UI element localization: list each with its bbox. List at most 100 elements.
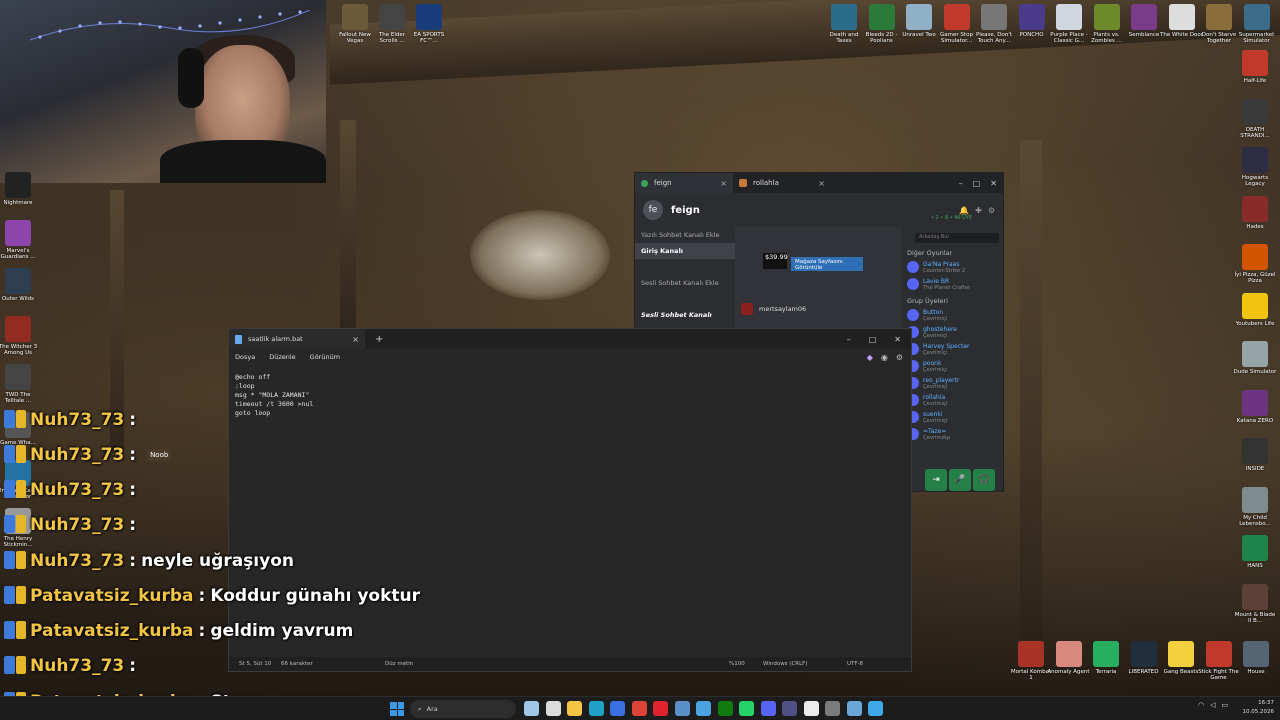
channel-item[interactable]: Giriş Kanalı [635,243,735,259]
text-editor[interactable]: @echo off:loop msg * "MOLA ZAMANI" timeout… [235,373,313,418]
desktop-icon-mount-blade-ii-b[interactable]: Mount & Blade II B... [1233,583,1277,625]
widgets-icon[interactable] [524,701,539,716]
chat-message: Patavatsiz_kurba: Koddur günahı yoktur [4,581,420,611]
new-tab-icon[interactable]: + [375,334,383,345]
close-window-icon[interactable]: ✕ [894,335,901,344]
desktop-icon-the-witcher-3-among-us[interactable]: The Witcher 3 Among Us [0,316,40,357]
store-icon[interactable] [610,701,625,716]
desktop-icon-outer-wilds[interactable]: Outer Wilds [0,268,40,302]
taskbar-search[interactable]: ⌕ Ara [410,700,516,718]
notepad-icon[interactable] [696,701,711,716]
volume-icon[interactable]: ◁ [1210,701,1215,709]
channel-item[interactable] [635,259,735,275]
desktop-icon-supermarket-simulator[interactable]: Supermarket Simulator [1235,4,1279,45]
notepad2-icon[interactable] [868,701,883,716]
pin-icon[interactable]: ✚ [975,206,982,215]
member-item[interactable]: poonk Çevrimiçi [901,358,1003,375]
desktop-icon-dude-simulator[interactable]: Dude Simulator [1233,341,1277,375]
opera-icon[interactable] [653,701,668,716]
account-icon[interactable]: ◉ [881,353,888,362]
desktop-icon-ea-sports-fc[interactable]: EA SPORTS FC™... [407,4,451,45]
maximize-icon[interactable]: □ [869,335,877,344]
whatsapp-icon[interactable] [739,701,754,716]
bell-icon[interactable]: 🔔 [959,206,969,215]
desktop-icon-youtubers-life[interactable]: Youtubers Life [1233,292,1277,327]
desktop-icon-marvel-s-guardians[interactable]: Marvel's Guardians ... [0,220,40,261]
member-item[interactable]: suenki Çevrimiçi [901,409,1003,426]
desktop-icon-label: Half-Life [1243,78,1267,84]
member-item[interactable]: Button Çevrimiçi [901,307,1003,324]
headphones-icon[interactable]: 🎧 [973,469,995,491]
store-page-button[interactable]: Mağaza Sayfasını Görüntüle [791,257,863,271]
maximize-icon[interactable]: □ [973,179,981,188]
desktop-icon-twd-the-telltale[interactable]: TWD The Telltale ... [0,364,40,405]
member-search-input[interactable]: Arkadaş Bul [915,233,999,243]
chat-username: Nuh73_73 [30,515,125,535]
game-icon [868,4,895,30]
member-item[interactable]: ghostehere Çevrimiçi [901,324,1003,341]
member-item[interactable]: reo_playertr Çevrimiçi [901,375,1003,392]
member-text: =Taze= Çevrimdışı [923,428,950,441]
settings-icon[interactable]: ⚙ [896,353,903,362]
member-name: Harvey Specter [923,343,970,350]
xbox-icon[interactable] [717,701,733,716]
discord-tab-rollahla[interactable]: rollahla × [733,173,831,193]
wifi-icon[interactable]: ◠ [1198,701,1204,709]
desktop-icon-inside[interactable]: INSIDE [1233,438,1277,472]
member-item[interactable]: Lavie BR The Planet Crafter [901,276,1003,293]
steam-icon[interactable] [674,701,690,716]
disconnect-icon[interactable]: ⇥ [925,469,947,491]
server-avatar[interactable]: fe [643,200,663,220]
member-item[interactable]: rollahla Çevrimiçi [901,392,1003,409]
channel-item[interactable]: Yazılı Sohbet Kanalı Ekle [635,227,735,243]
terminal-icon[interactable] [825,701,840,716]
edge-icon[interactable] [588,701,604,716]
menu-edit[interactable]: Düzenle [269,353,295,361]
desktop-icon-hogwarts-legacy[interactable]: Hogwarts Legacy [1233,147,1277,188]
close-icon[interactable]: × [818,179,825,188]
discord-icon[interactable] [760,701,776,716]
chrome-icon[interactable] [631,701,647,716]
desktop-icon-nightmare[interactable]: Nightmare [0,172,40,206]
chat-separator: : [129,515,137,535]
close-icon[interactable]: × [720,179,727,188]
minimize-icon[interactable]: – [959,179,963,188]
channel-item[interactable]: Sesli Sohbet Kanalı Ekle [635,275,735,291]
close-tab-icon[interactable]: × [352,335,359,344]
member-item[interactable]: Ga'Na Praas Counter-Strike 2 [901,259,1003,276]
desktop-icon-hades[interactable]: Hades [1233,195,1277,230]
battery-icon[interactable]: ▭ [1222,701,1229,709]
taskbar-clock[interactable]: 16:37 10.05.2026 [1240,699,1275,717]
desktop-icon-katana-zero[interactable]: Katana ZERO [1233,389,1277,424]
menu-view[interactable]: Görünüm [310,353,340,361]
member-avatar [907,309,919,321]
settings-icon[interactable]: ⚙ [988,206,995,215]
channel-item[interactable]: Sesli Sohbet Kanalı [635,307,735,323]
minimize-icon[interactable]: – [847,335,851,344]
game-icon [1131,4,1157,30]
member-name: Button [923,309,944,316]
ubisoft-icon[interactable] [803,701,819,716]
notepad-tab[interactable]: saatlik alarm.bat × [229,329,365,349]
member-item[interactable]: Harvey Specter Çevrimiçi [901,341,1003,358]
microphone-icon[interactable]: 🎤 [949,469,971,491]
desktop-icon-my-child-lebensbo[interactable]: My Child Lebensbo... [1233,486,1277,528]
start-button[interactable] [390,702,404,716]
desktop-icon-i-yi-pizza-g-zel-pizza[interactable]: İyi Pizza, Güzel Pizza [1233,244,1277,285]
member-status: Çevrimdışı [923,435,951,441]
obs-icon[interactable] [782,701,797,716]
channel-item[interactable] [635,291,735,307]
close-window-icon[interactable]: ✕ [990,179,997,188]
copilot-icon[interactable]: ◆ [867,353,873,362]
desktop-icon-death-strandi[interactable]: DEATH STRANDI... [1233,98,1277,140]
desktop-icon-half-life[interactable]: Half-Life [1233,50,1277,84]
desktop-icon-house[interactable]: House [1234,641,1278,675]
discord-tab-feign[interactable]: feign × [635,173,733,193]
menu-file[interactable]: Dosya [235,353,255,361]
member-item[interactable]: =Taze= Çevrimdışı [901,426,1003,443]
steam2-icon[interactable] [846,701,862,716]
task-view-icon[interactable] [545,701,561,716]
desktop-icon-hans[interactable]: HANS [1233,535,1277,569]
file-explorer-icon[interactable] [567,701,582,716]
member-name: ghostehere [923,326,957,333]
